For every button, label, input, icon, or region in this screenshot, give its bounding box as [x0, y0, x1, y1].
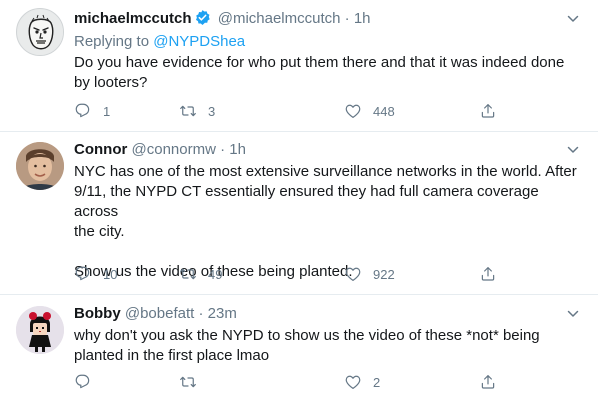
- display-name[interactable]: Bobby: [74, 305, 121, 322]
- like-button[interactable]: 448: [344, 101, 395, 121]
- retweet-icon: [180, 105, 196, 117]
- share-button[interactable]: [479, 372, 497, 392]
- tweet-header: michaelmccutch @michaelmccutch · 1h: [74, 9, 371, 29]
- tweet-actions: 10 49 922: [74, 264, 504, 284]
- separator-dot: ·: [198, 305, 204, 322]
- tweet-header: Connor @connormw · 1h: [74, 140, 246, 160]
- avatar[interactable]: [16, 142, 64, 190]
- tweet-text-line: Do you have evidence for who put them th…: [74, 54, 565, 71]
- reply-button[interactable]: 1: [74, 101, 110, 121]
- display-name[interactable]: Connor: [74, 141, 127, 158]
- retweet-button[interactable]: [179, 372, 208, 392]
- tweet-1[interactable]: michaelmccutch @michaelmccutch · 1h Repl…: [0, 0, 598, 131]
- avatar[interactable]: [16, 8, 64, 56]
- tweet-actions: 2: [74, 372, 504, 392]
- sketch-face-icon: [18, 10, 63, 55]
- share-icon: [481, 104, 495, 118]
- reply-icon: [75, 103, 90, 118]
- tweet-text-line: planted in the first place lmao: [74, 347, 270, 364]
- tweet-text-line: by looters?: [74, 74, 148, 91]
- share-icon: [481, 375, 495, 389]
- tweet-text: why don't you ask the NYPD to show us th…: [74, 326, 584, 366]
- tweet-actions: 1 3 448: [74, 101, 504, 121]
- like-button[interactable]: 922: [344, 264, 395, 284]
- separator-dot: ·: [344, 10, 350, 27]
- chevron-down-icon[interactable]: [566, 307, 580, 321]
- verified-badge-icon: [194, 9, 211, 32]
- tweet-text-line: NYC has one of the most extensive survei…: [74, 163, 577, 180]
- tweet-text-line: 9/11, the NYPD CT essentially ensured th…: [74, 183, 539, 220]
- heart-icon: [345, 104, 361, 118]
- share-button[interactable]: [479, 101, 497, 121]
- retweet-button[interactable]: 49: [179, 264, 222, 284]
- retweet-count: 49: [208, 266, 223, 282]
- replying-prefix: Replying to: [74, 33, 150, 50]
- reply-button[interactable]: [74, 372, 103, 392]
- display-name[interactable]: michaelmccutch: [74, 10, 192, 27]
- heart-icon: [345, 375, 361, 389]
- timestamp[interactable]: 1h: [229, 141, 246, 158]
- like-count: 2: [373, 374, 381, 390]
- retweet-icon: [180, 268, 196, 280]
- like-button[interactable]: 2: [344, 372, 380, 392]
- like-count: 448: [373, 103, 395, 119]
- replying-to: Replying to @NYPDShea: [74, 32, 245, 52]
- handle[interactable]: @michaelmccutch: [218, 10, 341, 27]
- tweet-3[interactable]: Bobby @bobefatt · 23m why don't you ask …: [0, 294, 598, 400]
- timestamp[interactable]: 23m: [208, 305, 237, 322]
- reply-icon: [75, 266, 90, 281]
- profile-photo-icon: [16, 142, 64, 190]
- handle[interactable]: @bobefatt: [125, 305, 194, 322]
- reply-button[interactable]: 10: [74, 264, 117, 284]
- tweet-text-line: why don't you ask the NYPD to show us th…: [74, 327, 540, 344]
- avatar[interactable]: [16, 306, 64, 354]
- share-button[interactable]: [479, 264, 497, 284]
- timestamp[interactable]: 1h: [354, 10, 371, 27]
- tweet-text: Do you have evidence for who put them th…: [74, 53, 584, 93]
- like-count: 922: [373, 266, 395, 282]
- share-icon: [481, 267, 495, 281]
- retweet-icon: [180, 376, 196, 388]
- retweet-button[interactable]: 3: [179, 101, 215, 121]
- heart-icon: [345, 267, 361, 281]
- separator-dot: ·: [220, 141, 226, 158]
- retweet-count: 3: [208, 103, 216, 119]
- reply-count: 10: [103, 266, 118, 282]
- replying-to-link[interactable]: @NYPDShea: [153, 33, 245, 50]
- chevron-down-icon[interactable]: [566, 143, 580, 157]
- cartoon-avatar-icon: [16, 306, 64, 354]
- chevron-down-icon[interactable]: [566, 12, 580, 26]
- handle[interactable]: @connormw: [132, 141, 216, 158]
- tweet-header: Bobby @bobefatt · 23m: [74, 304, 237, 324]
- reply-icon: [75, 374, 90, 389]
- reply-count: 1: [103, 103, 111, 119]
- tweet-2[interactable]: Connor @connormw · 1h NYC has one of the…: [0, 131, 598, 294]
- tweet-text-line: the city.: [74, 223, 125, 240]
